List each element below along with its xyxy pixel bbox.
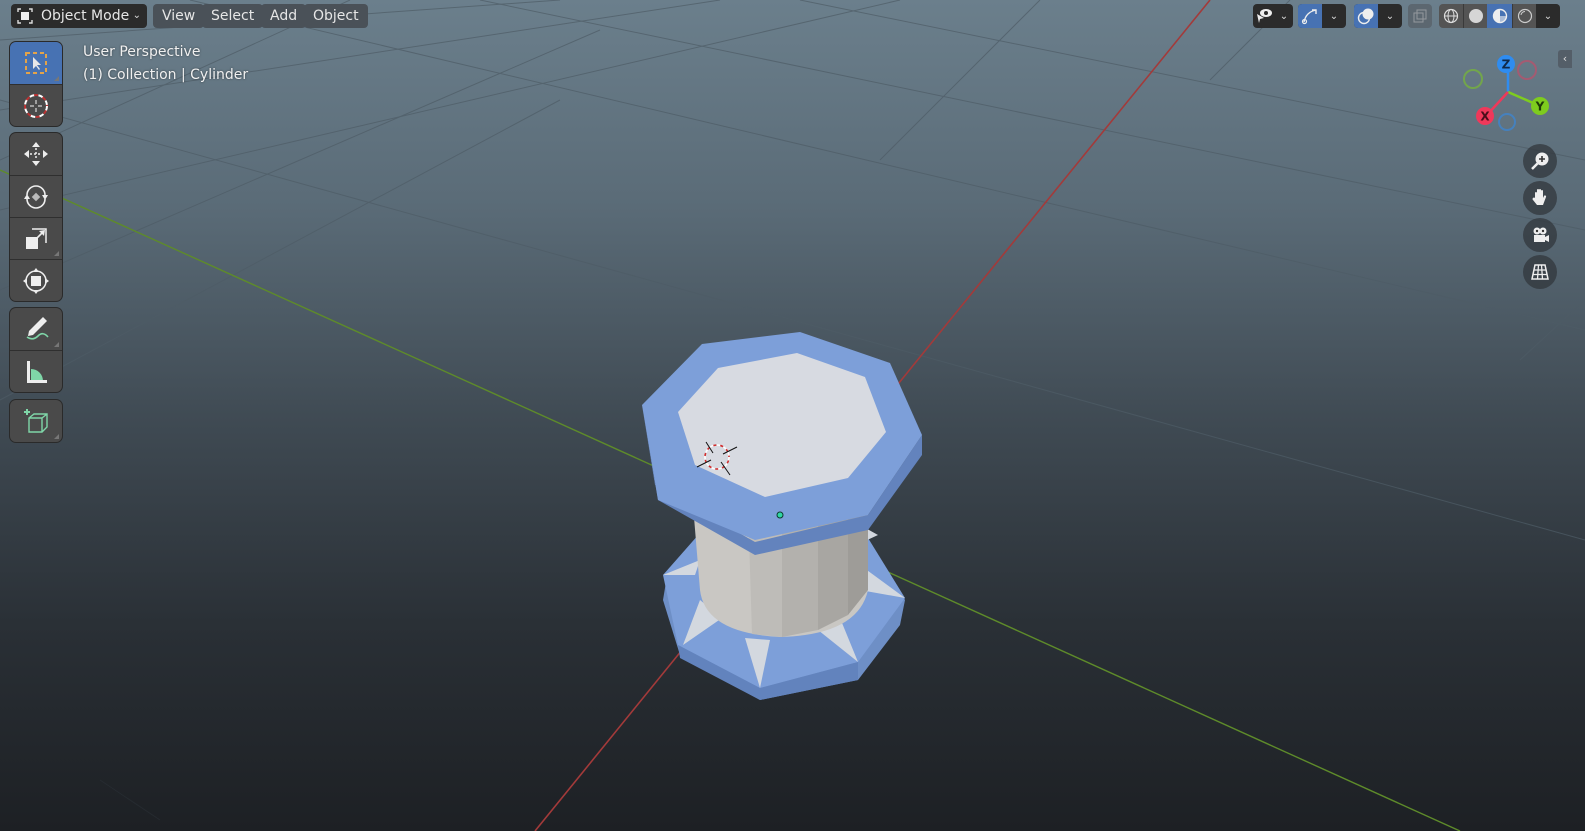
chevron-down-icon[interactable]: ⌄ [1536, 4, 1560, 28]
x-axis-label: X [1480, 110, 1490, 124]
gizmo-toggle-group[interactable]: ⌄ [1298, 4, 1346, 28]
tool-select-box[interactable] [10, 42, 62, 84]
z-axis-handle[interactable]: Z [1497, 55, 1515, 73]
rendered-shading-icon[interactable] [1512, 4, 1536, 28]
wireframe-shading-icon[interactable] [1439, 4, 1463, 28]
y-axis-handle[interactable]: Y [1531, 97, 1549, 115]
x-axis-handle[interactable]: X [1476, 107, 1494, 125]
pan-button[interactable] [1523, 181, 1557, 215]
tool-annotate[interactable] [10, 308, 62, 350]
collection-object-label: (1) Collection | Cylinder [83, 67, 249, 83]
sidebar-toggle-button[interactable]: ‹ [1558, 50, 1572, 68]
grid-line [479, 0, 1585, 231]
grid-line [99, 779, 161, 821]
select-box-icon [25, 52, 47, 74]
tool-add-cube[interactable] [10, 400, 62, 442]
tool-measure[interactable] [10, 350, 62, 392]
cylinder-object[interactable] [642, 332, 922, 700]
toolbar-group-transform [10, 133, 62, 301]
menu-view[interactable]: View [153, 4, 205, 28]
add-cube-icon [24, 409, 48, 433]
zoom-button[interactable] [1523, 144, 1557, 178]
navigation-gizmo[interactable]: Z Y X [1460, 50, 1560, 140]
overlays-toggle-group[interactable]: ⌄ [1354, 4, 1402, 28]
toolbar-group-select [10, 42, 62, 126]
grid-line [0, 0, 901, 211]
transform-icon [23, 267, 49, 294]
xray-icon [1408, 4, 1432, 28]
grid-line [1519, 299, 1585, 361]
mode-dropdown[interactable]: Object Mode ⌄ [11, 4, 147, 28]
grid-line [879, 0, 1041, 161]
ortho-toggle-button[interactable] [1523, 255, 1557, 289]
neg-y-axis-handle[interactable] [1463, 69, 1483, 89]
camera-icon [1533, 227, 1549, 242]
toolbar-group-annotate [10, 308, 62, 392]
grid-line [189, 0, 1585, 331]
view-name-label: User Perspective [83, 44, 201, 60]
scale-icon [26, 227, 47, 249]
xray-toggle[interactable] [1408, 4, 1432, 28]
toolbar-group-add [10, 400, 62, 442]
selectability-visibility-dropdown[interactable]: ⌄ [1253, 4, 1293, 28]
hand-icon [1532, 189, 1547, 205]
3d-viewport[interactable]: Object Mode ⌄ View Select Add Object ⌄ ⌄ [0, 0, 1585, 831]
cursor-icon [24, 93, 48, 118]
grid-icon [1531, 264, 1549, 280]
solid-shading-icon[interactable] [1463, 4, 1487, 28]
mode-label: Object Mode [41, 8, 130, 24]
menu-select[interactable]: Select [202, 4, 264, 28]
selectability-visibility-icon [1253, 4, 1275, 28]
material-preview-icon[interactable] [1487, 4, 1512, 28]
rotate-icon [24, 184, 48, 209]
move-icon [24, 142, 48, 166]
chevron-down-icon: ⌄ [1279, 10, 1289, 22]
tool-cursor[interactable] [10, 84, 62, 126]
chevron-down-icon: ⌄ [132, 10, 141, 21]
menu-object[interactable]: Object [304, 4, 368, 28]
scene-canvas[interactable] [0, 0, 1585, 831]
zoom-icon [1531, 152, 1549, 170]
camera-view-button[interactable] [1523, 218, 1557, 252]
neg-x-axis-handle[interactable] [1517, 60, 1537, 80]
tool-scale[interactable] [10, 217, 62, 259]
object-mode-icon [17, 8, 33, 24]
measure-icon [27, 360, 47, 383]
tool-move[interactable] [10, 133, 62, 175]
y-axis-label: Y [1535, 100, 1545, 114]
chevron-down-icon[interactable]: ⌄ [1322, 4, 1346, 28]
gizmo-icon[interactable] [1298, 4, 1322, 28]
object-origin-dot [776, 511, 784, 519]
neg-z-axis-handle[interactable] [1498, 113, 1516, 131]
tool-rotate[interactable] [10, 175, 62, 217]
shading-mode-group[interactable]: ⌄ [1439, 4, 1560, 28]
annotate-icon [26, 317, 49, 340]
menu-add[interactable]: Add [261, 4, 307, 28]
chevron-down-icon[interactable]: ⌄ [1378, 4, 1402, 28]
tool-transform[interactable] [10, 259, 62, 301]
z-axis-label: Z [1502, 58, 1511, 72]
overlays-icon[interactable] [1354, 4, 1378, 28]
